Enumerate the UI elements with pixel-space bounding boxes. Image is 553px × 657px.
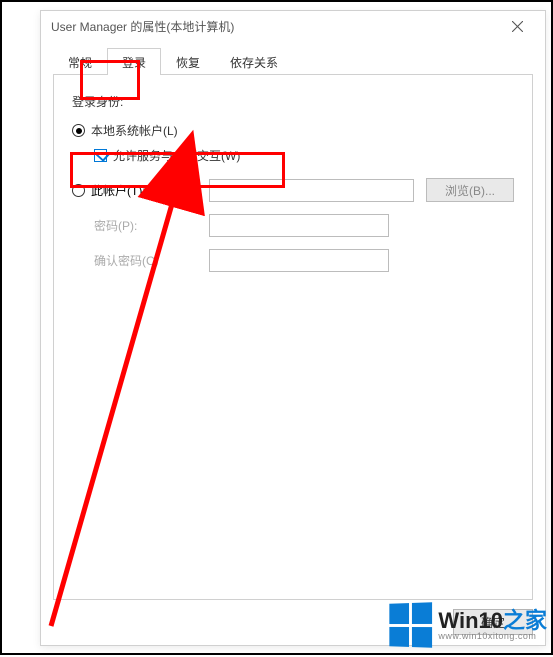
watermark-title: Win10之家 (438, 609, 547, 632)
confirm-password-label: 确认密码(C) (72, 252, 197, 269)
tab-logon[interactable]: 登录 (107, 48, 161, 75)
titlebar[interactable]: User Manager 的属性(本地计算机) (41, 11, 545, 41)
checkbox-allow-interact[interactable]: 允许服务与桌面交互(W) (94, 147, 514, 164)
radio-icon (72, 124, 85, 137)
tab-recovery[interactable]: 恢复 (161, 48, 215, 75)
confirm-password-field[interactable] (209, 249, 389, 272)
logon-as-label: 登录身份: (72, 93, 514, 110)
browse-button[interactable]: 浏览(B)... (426, 178, 514, 202)
tab-general[interactable]: 常规 (53, 48, 107, 75)
password-field[interactable] (209, 214, 389, 237)
close-icon (512, 21, 523, 32)
radio-this-account[interactable]: 此帐户(T): (72, 182, 197, 199)
radio-local-system-label: 本地系统帐户(L) (91, 122, 178, 139)
password-label: 密码(P): (72, 217, 197, 234)
dialog-content: 常规 登录 恢复 依存关系 登录身份: 本地系统帐户(L) 允许服务与桌面交互(… (41, 41, 545, 612)
radio-icon (72, 184, 85, 197)
checkbox-icon (94, 149, 107, 162)
close-button[interactable] (497, 12, 537, 40)
account-name-field[interactable] (209, 179, 414, 202)
radio-this-account-label: 此帐户(T): (91, 182, 146, 199)
tab-body-logon: 登录身份: 本地系统帐户(L) 允许服务与桌面交互(W) 此帐户(T): 浏览(… (53, 75, 533, 600)
checkbox-allow-interact-label: 允许服务与桌面交互(W) (113, 147, 240, 164)
this-account-grid: 此帐户(T): 浏览(B)... 密码(P): 确认密码(C) (72, 178, 514, 272)
tab-dependencies[interactable]: 依存关系 (215, 48, 293, 75)
window-title: User Manager 的属性(本地计算机) (51, 18, 497, 35)
tab-strip: 常规 登录 恢复 依存关系 (53, 47, 533, 75)
properties-dialog: User Manager 的属性(本地计算机) 常规 登录 恢复 依存关系 登录… (40, 10, 546, 646)
windows-logo-icon (390, 602, 433, 648)
watermark-url: www.win10xitong.com (438, 632, 547, 641)
radio-local-system[interactable]: 本地系统帐户(L) (72, 122, 514, 139)
watermark: Win10之家 www.win10xitong.com (388, 603, 547, 647)
